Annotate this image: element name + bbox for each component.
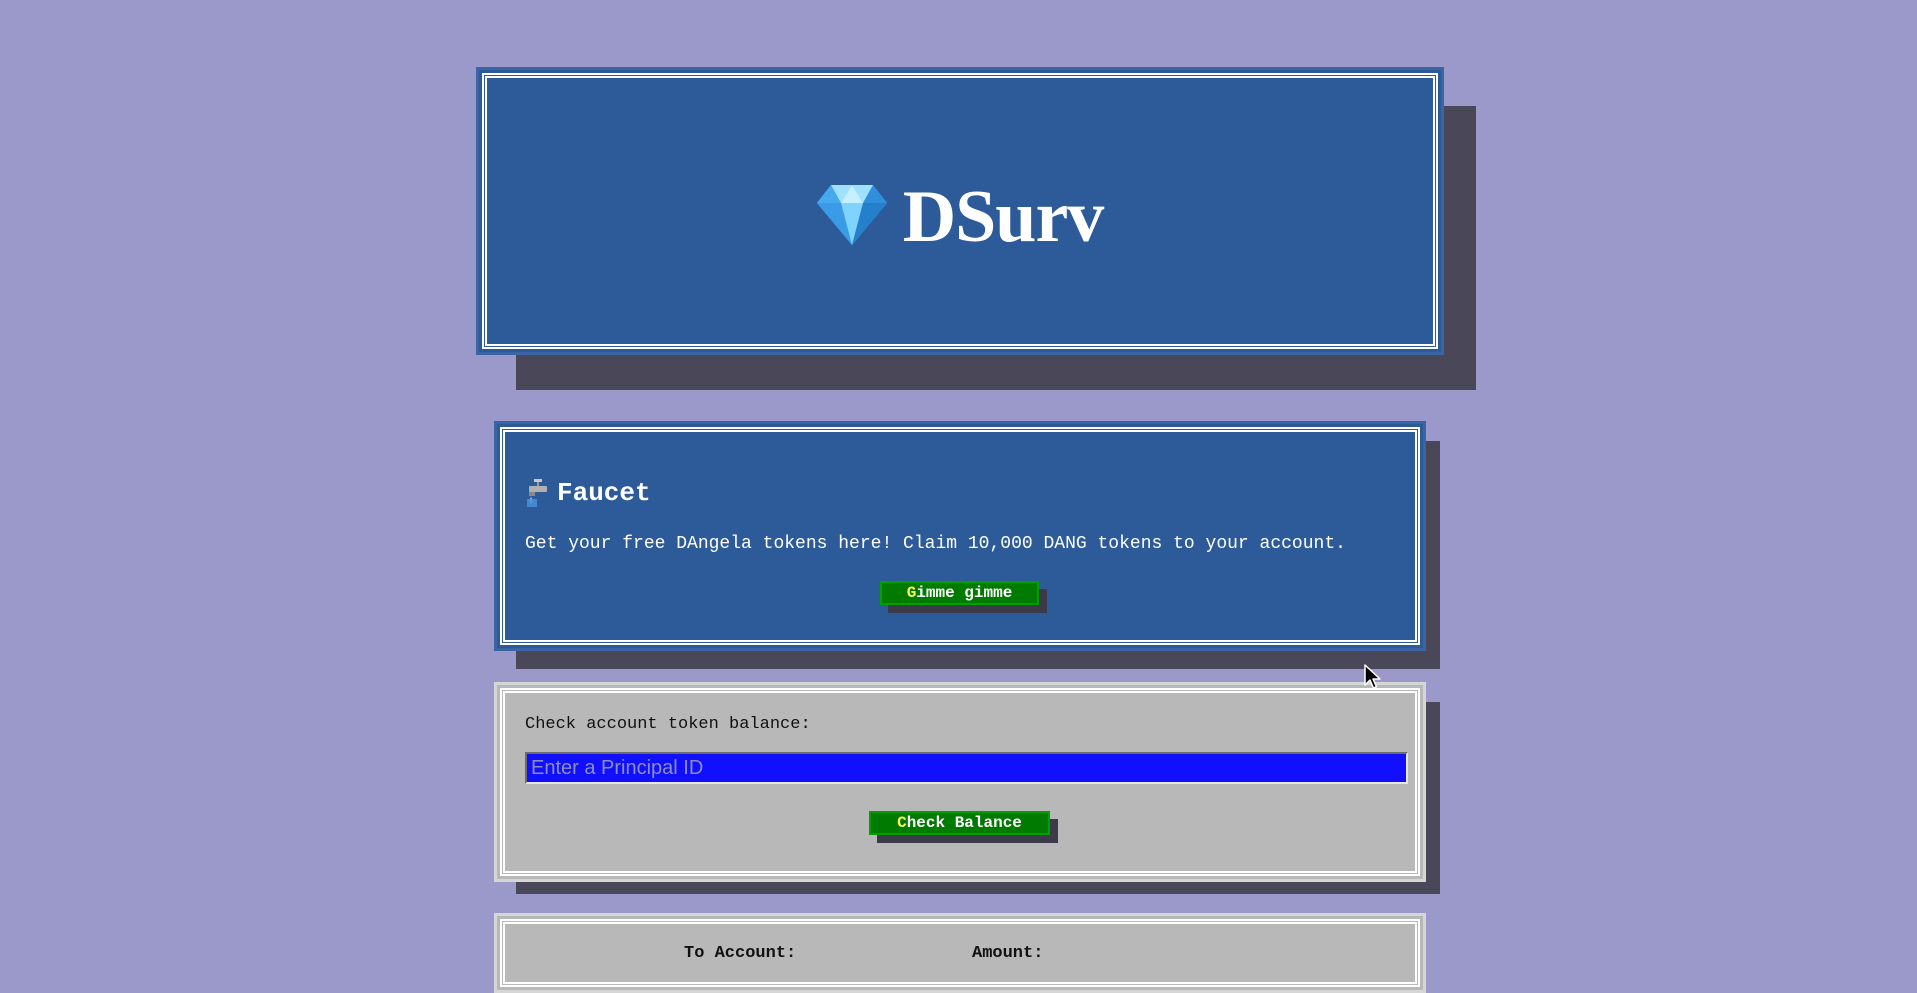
check-balance-button[interactable]: Check Balance — [869, 811, 1050, 835]
faucet-title: Faucet — [557, 478, 651, 508]
gimme-button-hotkey: G — [906, 584, 917, 602]
faucet-icon — [527, 479, 547, 507]
mouse-cursor-icon — [1364, 664, 1381, 689]
transfer-card: To Account: Amount: — [494, 913, 1426, 993]
gimme-button-label: imme gimme — [916, 584, 1013, 602]
balance-card: Check account token balance: — [494, 682, 1426, 882]
amount-label: Amount: — [972, 944, 1044, 963]
check-balance-hotkey: C — [897, 814, 907, 832]
faucet-description: Get your free DAngela tokens here! Claim… — [525, 534, 1346, 554]
transfer-card-frame — [500, 919, 1420, 987]
header-card: DSurv — [476, 67, 1444, 355]
balance-label: Check account token balance: — [525, 715, 811, 734]
gimme-gimme-button[interactable]: Gimme gimme — [880, 581, 1039, 605]
check-balance-label: heck Balance — [906, 814, 1022, 832]
faucet-card: Faucet Get your free DAngela tokens here… — [494, 421, 1426, 651]
gimme-button-wrapper: Gimme gimme — [880, 581, 1047, 613]
to-account-label: To Account: — [684, 944, 797, 963]
faucet-heading: Faucet — [525, 478, 651, 508]
diamond-icon — [816, 184, 887, 245]
app-title: DSurv — [902, 176, 1105, 258]
app-logo: DSurv — [479, 175, 1441, 260]
check-balance-button-wrapper: Check Balance — [869, 811, 1058, 843]
principal-id-input[interactable] — [525, 752, 1408, 784]
